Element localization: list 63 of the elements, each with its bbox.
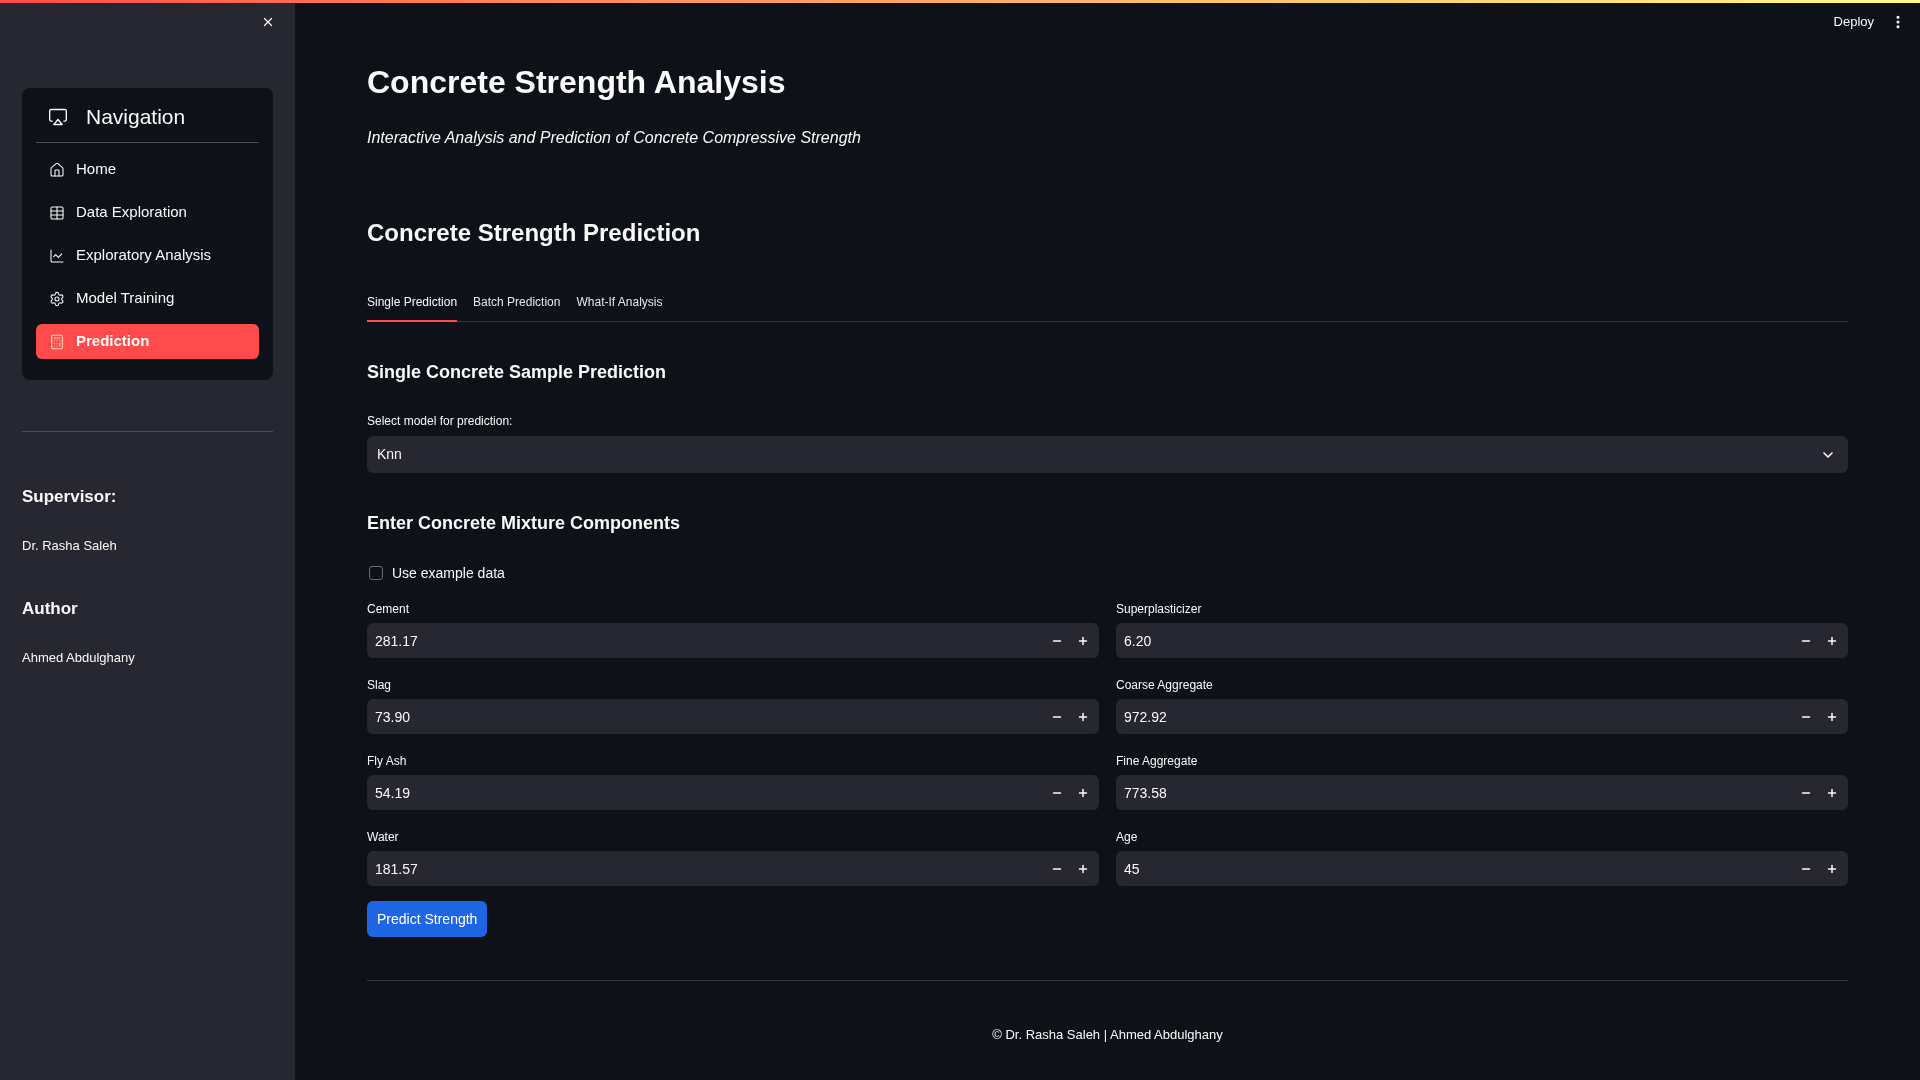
field-label: Cement bbox=[367, 601, 411, 617]
number-input[interactable]: 6.20 bbox=[1116, 623, 1791, 658]
plus-icon bbox=[1077, 710, 1089, 723]
model-select[interactable]: Knn bbox=[367, 436, 1848, 473]
checkbox[interactable] bbox=[369, 566, 383, 580]
number-input[interactable]: 45 bbox=[1116, 851, 1791, 886]
field-label: Fly Ash bbox=[367, 753, 408, 769]
increment-button[interactable] bbox=[1820, 699, 1848, 734]
predict-button[interactable]: Predict Strength bbox=[367, 901, 488, 937]
mixture-title: Enter Concrete Mixture Components bbox=[367, 512, 682, 535]
footer-text: © Dr. Rasha Saleh | Ahmed Abdulghany bbox=[992, 1026, 1223, 1044]
deploy-button[interactable]: Deploy bbox=[1833, 12, 1874, 32]
credit-name: Ahmed Abdulghany bbox=[22, 649, 136, 667]
field-label: Water bbox=[367, 829, 400, 845]
field-label: Coarse Aggregate bbox=[1116, 677, 1214, 693]
number-input[interactable]: 73.90 bbox=[367, 699, 1042, 734]
plus-icon bbox=[1077, 786, 1089, 799]
field-label: Superplasticizer bbox=[1116, 601, 1203, 617]
number-input[interactable]: 281.17 bbox=[367, 623, 1042, 658]
display-icon bbox=[47, 107, 69, 127]
page-subtitle: Interactive Analysis and Prediction of Concrete Compressive Strength bbox=[367, 128, 862, 148]
tab[interactable]: What-If Analysis bbox=[576, 294, 663, 322]
nav-item[interactable]: Data Exploration bbox=[36, 195, 259, 230]
close-icon[interactable] bbox=[261, 15, 275, 29]
number-input[interactable]: 972.92 bbox=[1116, 699, 1791, 734]
credit-heading: Author bbox=[22, 598, 79, 620]
plus-icon bbox=[1826, 634, 1838, 647]
page-title: Concrete Strength Analysis bbox=[367, 63, 787, 102]
checkbox-label[interactable]: Use example data bbox=[392, 565, 505, 581]
number-input[interactable]: 773.58 bbox=[1116, 775, 1791, 810]
increment-button[interactable] bbox=[1071, 699, 1099, 734]
tab[interactable]: Batch Prediction bbox=[473, 294, 561, 322]
plus-icon bbox=[1077, 634, 1089, 647]
nav-item[interactable]: Model Training bbox=[36, 281, 259, 316]
field-label: Fine Aggregate bbox=[1116, 753, 1199, 769]
credit-heading: Supervisor: bbox=[22, 486, 118, 508]
increment-button[interactable] bbox=[1820, 775, 1848, 810]
credit-name: Dr. Rasha Saleh bbox=[22, 537, 118, 555]
nav-item[interactable]: Exploratory Analysis bbox=[36, 238, 259, 273]
tab[interactable]: Single Prediction bbox=[367, 294, 458, 322]
house-icon bbox=[49, 161, 65, 178]
field-label: Age bbox=[1116, 829, 1139, 845]
panel-title: Single Concrete Sample Prediction bbox=[367, 361, 668, 384]
navigation-title: Navigation bbox=[86, 104, 186, 130]
increment-button[interactable] bbox=[1820, 623, 1848, 658]
plus-icon bbox=[1826, 710, 1838, 723]
select-label: Select model for prediction: bbox=[367, 413, 514, 429]
increment-button[interactable] bbox=[1071, 851, 1099, 886]
gear-icon bbox=[49, 290, 65, 307]
field-label: Slag bbox=[367, 677, 393, 693]
number-input[interactable]: 181.57 bbox=[367, 851, 1042, 886]
plus-icon bbox=[1077, 862, 1089, 875]
calculator-icon bbox=[49, 333, 65, 350]
number-input[interactable]: 54.19 bbox=[367, 775, 1042, 810]
section-title: Concrete Strength Prediction bbox=[367, 218, 702, 248]
increment-button[interactable] bbox=[1071, 623, 1099, 658]
line-chart-icon bbox=[49, 247, 65, 264]
table-icon bbox=[49, 204, 65, 221]
increment-button[interactable] bbox=[1071, 775, 1099, 810]
plus-icon bbox=[1826, 786, 1838, 799]
increment-button[interactable] bbox=[1820, 851, 1848, 886]
nav-item[interactable]: Home bbox=[36, 152, 259, 187]
plus-icon bbox=[1826, 862, 1838, 875]
